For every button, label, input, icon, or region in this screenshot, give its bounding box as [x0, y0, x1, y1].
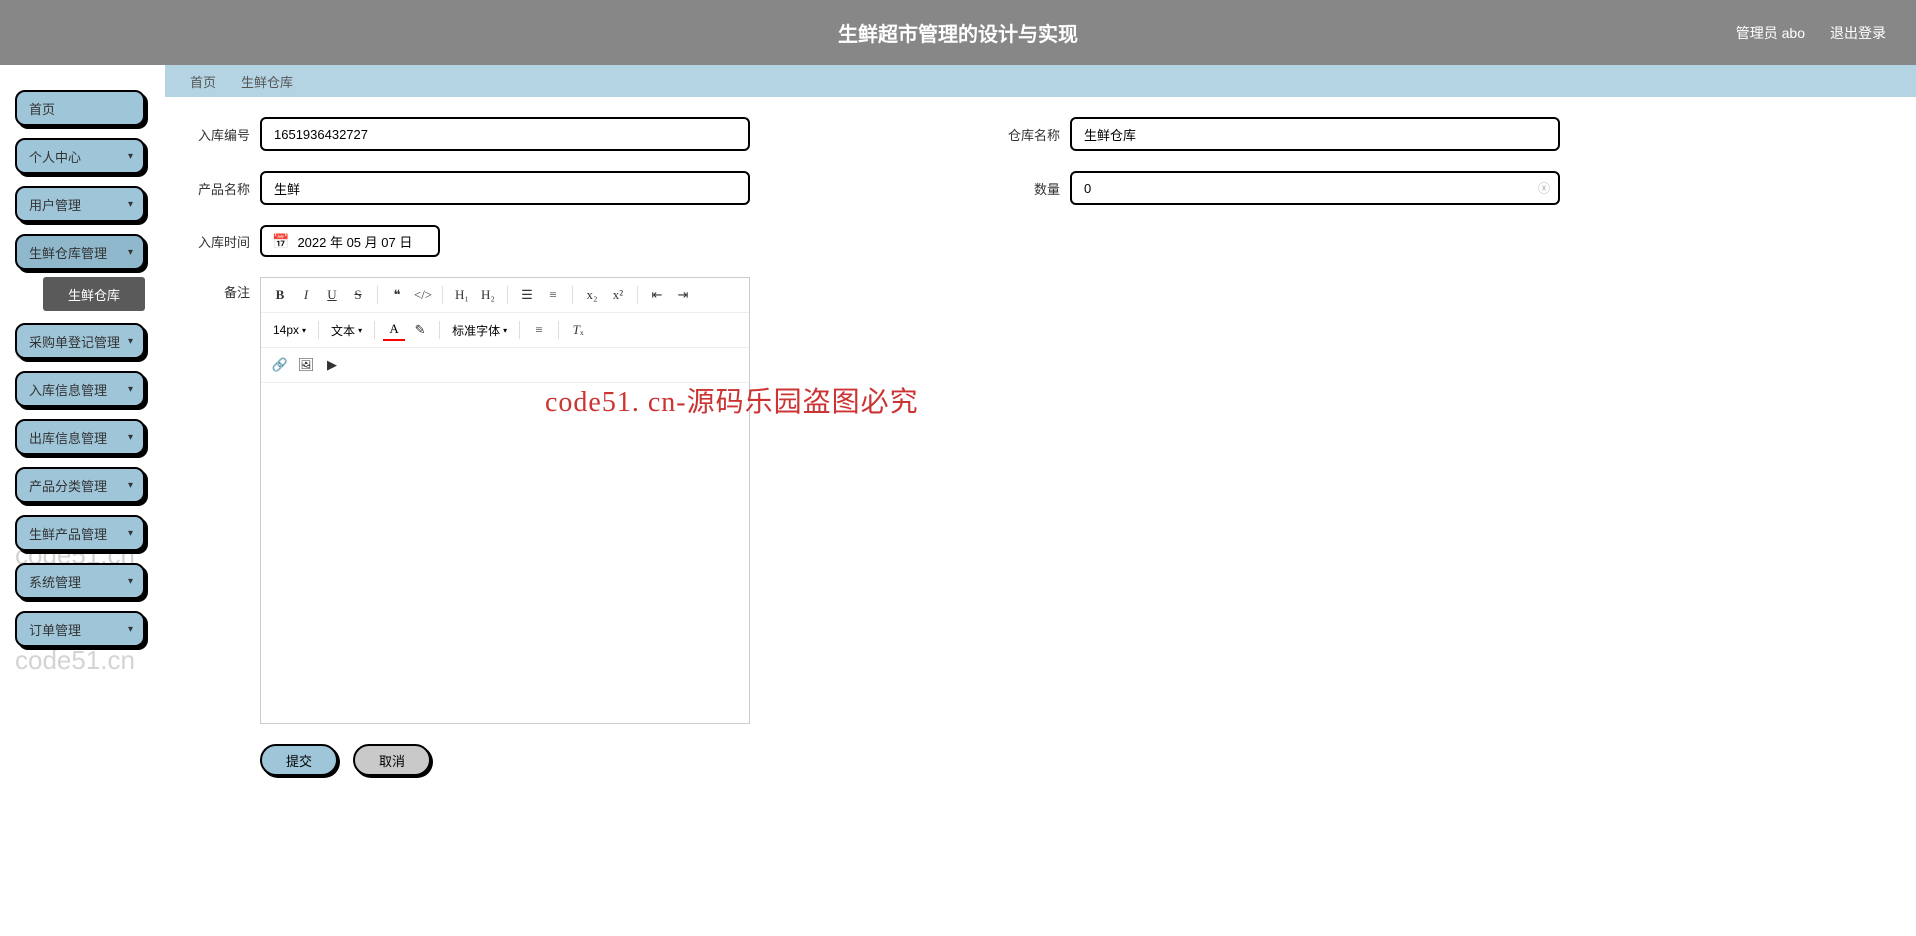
quantity-label: 数量: [990, 179, 1060, 198]
sidebar-item-category[interactable]: 产品分类管理▾: [15, 467, 145, 503]
warehouse-label: 仓库名称: [990, 125, 1060, 144]
underline-icon[interactable]: U: [321, 284, 343, 306]
breadcrumb-home[interactable]: 首页: [190, 72, 216, 91]
font-select[interactable]: 标准字体▾: [448, 322, 511, 339]
product-label: 产品名称: [180, 179, 250, 198]
stocktime-label: 入库时间: [180, 232, 250, 251]
header: 生鲜超市管理的设计与实现 管理员 abo 退出登录: [0, 0, 1916, 65]
user-label[interactable]: 管理员 abo: [1736, 23, 1805, 43]
rich-editor: B I U S ❝ </> H₁ H₂ ☰ ≡ x₂ x²: [260, 277, 750, 724]
quantity-input[interactable]: [1070, 171, 1560, 205]
ol-icon[interactable]: ≡: [542, 284, 564, 306]
calendar-icon: 📅: [272, 233, 289, 250]
sidebar-item-purchase[interactable]: 采购单登记管理▾: [15, 323, 145, 359]
chevron-down-icon: ▾: [128, 624, 133, 635]
remark-label: 备注: [180, 277, 250, 724]
clearformat-icon[interactable]: Tₓ: [567, 319, 589, 341]
quote-icon[interactable]: ❝: [386, 284, 408, 306]
breadcrumb-current[interactable]: 生鲜仓库: [241, 72, 293, 91]
stockno-label: 入库编号: [180, 125, 250, 144]
content: 首页 生鲜仓库 入库编号 仓库名称 产品名称 数量 ⓧ: [165, 65, 1916, 936]
chevron-down-icon: ▾: [128, 199, 133, 210]
fontsize-select[interactable]: 14px▾: [269, 323, 310, 337]
italic-icon[interactable]: I: [295, 284, 317, 306]
sidebar: 首页 个人中心▾ 用户管理▾ 生鲜仓库管理▾ 生鲜仓库 采购单登记管理▾ 入库信…: [15, 90, 145, 659]
cancel-button[interactable]: 取消: [353, 744, 431, 776]
clear-icon[interactable]: ⓧ: [1538, 180, 1550, 197]
sidebar-item-product[interactable]: 生鲜产品管理▾: [15, 515, 145, 551]
editor-toolbar-3: 🔗 🖼 ▶: [261, 348, 749, 383]
chevron-down-icon: ▾: [128, 151, 133, 162]
sub-icon[interactable]: x₂: [581, 284, 603, 306]
editor-body[interactable]: [261, 383, 749, 723]
chevron-down-icon: ▾: [128, 247, 133, 258]
chevron-down-icon: ▾: [128, 336, 133, 347]
chevron-down-icon: ▾: [128, 480, 133, 491]
align-icon[interactable]: ≡: [528, 319, 550, 341]
video-icon[interactable]: ▶: [321, 354, 343, 376]
sidebar-item-inbound[interactable]: 入库信息管理▾: [15, 371, 145, 407]
fontcolor-icon[interactable]: A: [383, 319, 405, 341]
sidebar-item-personal[interactable]: 个人中心▾: [15, 138, 145, 174]
bgcolor-icon[interactable]: ✎: [409, 319, 431, 341]
ul-icon[interactable]: ☰: [516, 284, 538, 306]
chevron-down-icon: ▾: [128, 576, 133, 587]
logout-link[interactable]: 退出登录: [1830, 23, 1886, 43]
submit-button[interactable]: 提交: [260, 744, 338, 776]
bold-icon[interactable]: B: [269, 284, 291, 306]
outdent-icon[interactable]: ⇤: [646, 284, 668, 306]
stockno-input[interactable]: [260, 117, 750, 151]
chevron-down-icon: ▾: [128, 384, 133, 395]
strike-icon[interactable]: S: [347, 284, 369, 306]
app-title: 生鲜超市管理的设计与实现: [838, 18, 1078, 47]
stocktime-input[interactable]: 📅 2022 年 05 月 07 日: [260, 225, 440, 257]
sidebar-item-system[interactable]: 系统管理▾: [15, 563, 145, 599]
sidebar-item-outbound[interactable]: 出库信息管理▾: [15, 419, 145, 455]
link-icon[interactable]: 🔗: [269, 354, 291, 376]
h2-icon[interactable]: H₂: [477, 284, 499, 306]
form: 入库编号 仓库名称 产品名称 数量 ⓧ 入库时间 📅: [165, 97, 1916, 796]
code-icon[interactable]: </>: [412, 284, 434, 306]
sidebar-sub-warehouse[interactable]: 生鲜仓库: [43, 277, 145, 311]
sidebar-item-order[interactable]: 订单管理▾: [15, 611, 145, 647]
sidebar-item-home[interactable]: 首页: [15, 90, 145, 126]
image-icon[interactable]: 🖼: [295, 354, 317, 376]
breadcrumb: 首页 生鲜仓库: [165, 65, 1916, 97]
indent-icon[interactable]: ⇥: [672, 284, 694, 306]
warehouse-input[interactable]: [1070, 117, 1560, 151]
product-input[interactable]: [260, 171, 750, 205]
h1-icon[interactable]: H₁: [451, 284, 473, 306]
editor-toolbar-2: 14px▾ 文本▾ A ✎ 标准字体▾ ≡ Tₓ: [261, 313, 749, 348]
sidebar-item-warehouse[interactable]: 生鲜仓库管理▾: [15, 234, 145, 270]
text-select[interactable]: 文本▾: [327, 322, 366, 339]
sup-icon[interactable]: x²: [607, 284, 629, 306]
sidebar-item-users[interactable]: 用户管理▾: [15, 186, 145, 222]
editor-toolbar: B I U S ❝ </> H₁ H₂ ☰ ≡ x₂ x²: [261, 278, 749, 313]
chevron-down-icon: ▾: [128, 528, 133, 539]
chevron-down-icon: ▾: [128, 432, 133, 443]
